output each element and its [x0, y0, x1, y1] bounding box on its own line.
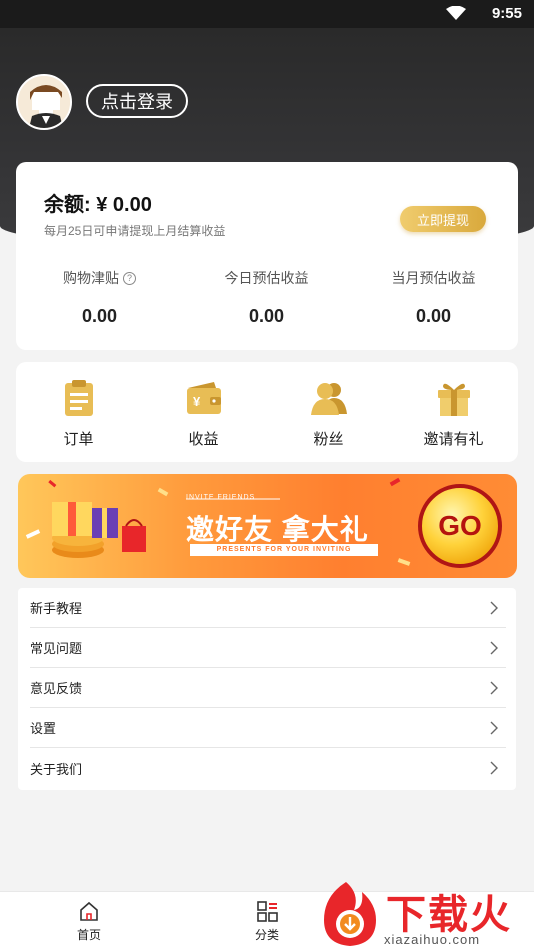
invite-banner[interactable]: INVITE FRIENDS 邀好友 拿大礼 PRESENTS FOR YOUR…: [18, 474, 517, 578]
chevron-right-icon: [490, 641, 498, 655]
chevron-right-icon: [490, 681, 498, 695]
help-icon[interactable]: ?: [123, 271, 136, 285]
menu-label: 订单: [63, 431, 94, 448]
menu-label: 收益: [188, 431, 219, 448]
list-item-tutorial[interactable]: 新手教程: [30, 588, 506, 628]
chevron-right-icon: [490, 761, 498, 775]
balance-note: 每月25日可申请提现上月结算收益: [44, 224, 226, 238]
balance-title: 余额: ¥ 0.00: [44, 194, 152, 216]
stat-value: 0.00: [415, 306, 452, 326]
flame-logo-icon: [324, 882, 376, 946]
list-item-label: 新手教程: [30, 601, 83, 616]
category-icon: [257, 901, 278, 922]
withdraw-button[interactable]: 立即提现: [400, 206, 486, 232]
status-bar: 9:55: [0, 0, 534, 28]
list-item-settings[interactable]: 设置: [30, 708, 506, 748]
wifi-icon: [446, 6, 466, 20]
nav-item-home[interactable]: 首页: [59, 900, 119, 943]
stat-today-estimate[interactable]: 今日预估收益 0.00: [183, 268, 350, 327]
home-icon: [80, 901, 98, 921]
nav-label: 首页: [76, 928, 101, 942]
stat-month-estimate[interactable]: 当月预估收益 0.00: [350, 268, 517, 327]
stat-label: 今日预估收益: [224, 270, 309, 286]
avatar[interactable]: [16, 74, 72, 130]
balance-card: 余额: ¥ 0.00 每月25日可申请提现上月结算收益 立即提现 购物津贴 ? …: [16, 162, 518, 350]
menu-item-fans[interactable]: 粉丝: [266, 378, 391, 449]
nav-label: 分类: [254, 928, 279, 942]
banner-small-text: INVITE FRIENDS: [186, 494, 256, 501]
list-item-about[interactable]: 关于我们: [30, 748, 506, 788]
menu-item-earnings[interactable]: ¥ 收益: [141, 378, 266, 449]
svg-text:¥: ¥: [193, 394, 201, 409]
stat-label: 当月预估收益: [391, 270, 476, 286]
menu-item-invite[interactable]: 邀请有礼: [391, 378, 516, 449]
stat-value: 0.00: [81, 306, 118, 326]
list-item-label: 常见问题: [30, 641, 83, 656]
chevron-right-icon: [490, 721, 498, 735]
list-item-label: 意见反馈: [30, 681, 83, 696]
list-item-feedback[interactable]: 意见反馈: [30, 668, 506, 708]
nav-item-category[interactable]: 分类: [237, 900, 297, 943]
list-item-label: 关于我们: [30, 761, 83, 777]
menu-label: 邀请有礼: [423, 431, 484, 448]
users-icon: [310, 383, 347, 415]
stat-value: 0.00: [248, 306, 285, 326]
login-button[interactable]: 点击登录: [86, 84, 188, 118]
menu-label: 粉丝: [313, 431, 344, 448]
banner-subtitle: PRESENTS FOR YOUR INVITING: [190, 544, 378, 556]
gift-icon: [437, 383, 470, 416]
settings-list: 新手教程 常见问题 意见反馈 设置 关于我们: [18, 588, 516, 790]
list-item-label: 设置: [30, 721, 57, 736]
wallet-icon: ¥: [186, 382, 221, 414]
watermark-url: xiazaihuo.com: [384, 932, 481, 947]
chevron-right-icon: [490, 601, 498, 615]
banner-title: 邀好友 拿大礼: [186, 514, 369, 545]
list-item-faq[interactable]: 常见问题: [30, 628, 506, 668]
stat-label: 购物津贴: [63, 270, 119, 286]
status-time: 9:55: [491, 5, 522, 22]
go-button[interactable]: GO: [418, 484, 502, 568]
clipboard-icon: [64, 380, 93, 416]
shortcut-menu: 订单 ¥ 收益 粉丝 邀请有礼: [16, 362, 518, 462]
menu-item-orders[interactable]: 订单: [16, 378, 141, 449]
watermark: 下载火 xiazaihuo.com: [316, 878, 534, 949]
stat-shopping-allowance[interactable]: 购物津贴 ? 0.00: [16, 268, 183, 327]
